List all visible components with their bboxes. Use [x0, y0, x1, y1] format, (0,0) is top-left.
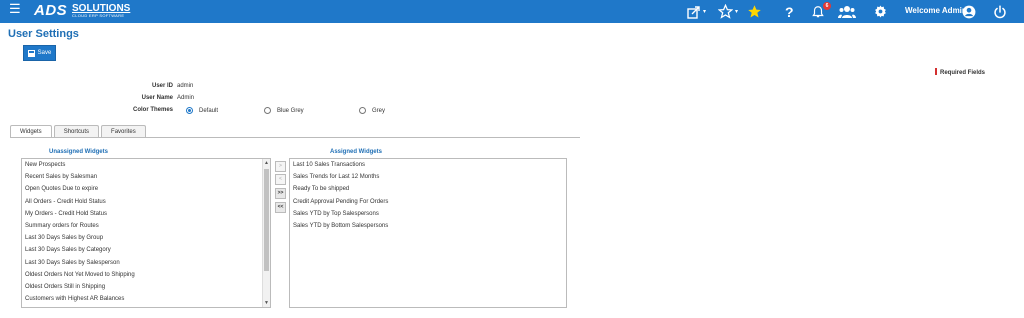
power-icon: [994, 4, 1006, 18]
list-item[interactable]: Credit Approval Pending For Orders: [290, 196, 566, 208]
favorites-menu[interactable]: ▾: [718, 3, 738, 20]
logo-main-text: ADS: [34, 2, 68, 19]
list-item[interactable]: Oldest Orders Not Yet Moved to Shipping: [22, 269, 270, 281]
add-favorite-button[interactable]: [747, 3, 762, 20]
user-id-label: User ID: [151, 83, 173, 89]
star-filled-icon: [748, 5, 761, 18]
theme-option-label: Grey: [372, 107, 386, 114]
scrollbar-thumb[interactable]: [264, 169, 269, 271]
move-all-left-button[interactable]: <<: [275, 202, 286, 213]
user-profile-button[interactable]: [962, 3, 976, 20]
theme-radio-grey[interactable]: Grey: [359, 107, 385, 114]
tab-divider: [10, 137, 580, 138]
theme-radio-default[interactable]: Default: [186, 107, 218, 114]
move-left-button[interactable]: <: [275, 174, 286, 185]
theme-option-label: Default: [199, 107, 219, 114]
list-item[interactable]: Open Quotes Due to expire: [22, 183, 270, 195]
share-icon: [687, 5, 700, 19]
move-all-right-button[interactable]: >>: [275, 188, 286, 199]
save-button[interactable]: Save: [23, 45, 56, 61]
user-name-label: User Name: [141, 95, 173, 101]
list-scrollbar[interactable]: ▲ ▼: [262, 159, 270, 307]
list-item[interactable]: Last 30 Days Sales by Category: [22, 244, 270, 256]
theme-radio-blue-grey[interactable]: Blue Grey: [264, 107, 304, 114]
list-item[interactable]: Recent Sales by Salesman: [22, 171, 270, 183]
radio-selected-icon[interactable]: [186, 107, 193, 114]
scroll-down-icon[interactable]: ▼: [264, 300, 269, 306]
assigned-widgets-list[interactable]: Last 10 Sales Transactions Sales Trends f…: [289, 158, 567, 308]
share-menu[interactable]: ▾: [687, 3, 706, 20]
list-item[interactable]: New Prospects: [22, 159, 270, 171]
save-button-label: Save: [37, 50, 52, 56]
required-fields-note: Required Fields: [935, 68, 985, 76]
logout-button[interactable]: [993, 3, 1007, 20]
chevron-down-icon: ▾: [735, 9, 739, 15]
user-id-value: admin: [177, 83, 194, 89]
list-item[interactable]: Last 10 Sales Transactions: [290, 159, 566, 171]
color-themes-label: Color Themes: [132, 107, 173, 113]
notification-badge: 6: [823, 2, 831, 10]
list-item[interactable]: My Orders - Credit Hold Status: [22, 208, 270, 220]
assigned-widgets-heading: Assigned Widgets: [330, 149, 382, 155]
list-item[interactable]: Sales YTD by Top Salespersons: [290, 208, 566, 220]
chevron-down-icon: ▾: [703, 9, 707, 15]
list-item[interactable]: Last 30 Days Sales by Group: [22, 232, 270, 244]
welcome-text: Welcome Admin: [905, 6, 967, 15]
user-name-value: Admin: [177, 95, 195, 101]
radio-icon[interactable]: [359, 107, 366, 114]
gear-icon[interactable]: [874, 3, 887, 20]
unassigned-widgets-heading: Unassigned Widgets: [49, 149, 108, 155]
radio-icon[interactable]: [264, 107, 271, 114]
user-circle-icon: [962, 5, 976, 18]
save-icon: [27, 49, 35, 57]
required-marker: [935, 68, 937, 75]
list-item[interactable]: Ready To be shipped: [290, 183, 566, 195]
list-item[interactable]: Customers with Highest AR Balances: [22, 293, 270, 305]
list-item[interactable]: All Orders - Credit Hold Status: [22, 196, 270, 208]
page-title: User Settings: [8, 28, 79, 40]
help-icon[interactable]: ?: [785, 3, 794, 20]
theme-option-label: Blue Grey: [277, 107, 304, 114]
unassigned-widgets-list[interactable]: New Prospects Recent Sales by Salesman Ope…: [21, 158, 271, 308]
list-item[interactable]: Sales YTD by Bottom Salespersons: [290, 220, 566, 232]
list-item[interactable]: Summary orders for Routes: [22, 220, 270, 232]
top-navigation-bar: ☰ ADS SOLUTIONS CLOUD ERP SOFTWARE ▾ ▾ ?…: [0, 0, 1024, 23]
required-fields-label: Required Fields: [940, 70, 986, 76]
move-right-button[interactable]: >: [275, 161, 286, 172]
star-outline-icon: [718, 4, 733, 19]
logo-subtitle: CLOUD ERP SOFTWARE: [72, 13, 125, 18]
list-item[interactable]: Last 30 Days Sales by Salesperson: [22, 257, 270, 269]
users-icon[interactable]: [838, 3, 856, 20]
menu-icon[interactable]: ☰: [9, 2, 21, 16]
list-item[interactable]: Sales Trends for Last 12 Months: [290, 171, 566, 183]
list-item[interactable]: Oldest Orders Still in Shipping: [22, 281, 270, 293]
scroll-up-icon[interactable]: ▲: [264, 160, 269, 166]
